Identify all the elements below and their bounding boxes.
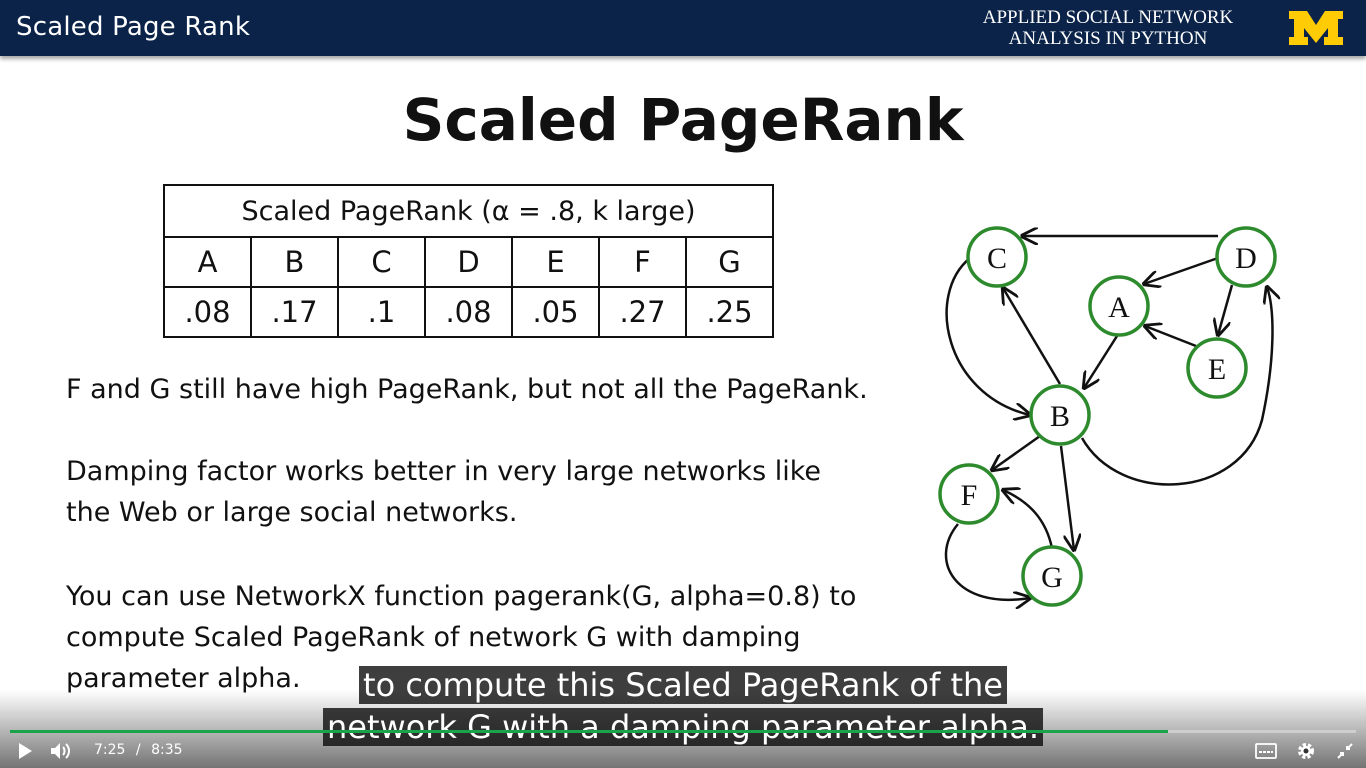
table-caption: Scaled PageRank (α = .8, k large) bbox=[163, 184, 774, 238]
edge-d-a bbox=[1144, 256, 1219, 284]
table-value-cell: .05 bbox=[511, 286, 600, 338]
progress-fill bbox=[10, 730, 1168, 733]
paragraph-line: the Web or large social networks. bbox=[66, 497, 518, 528]
node-label-b: B bbox=[1050, 400, 1070, 433]
subtitle-text: to compute this Scaled PageRank of the bbox=[359, 666, 1007, 704]
edge-f-g bbox=[944, 523, 1030, 600]
edge-b-f bbox=[992, 434, 1041, 470]
subtitle-line: to compute this Scaled PageRank of the bbox=[0, 664, 1366, 706]
edge-d-e bbox=[1218, 284, 1234, 335]
edge-b-g bbox=[1059, 445, 1074, 550]
edge-b-c bbox=[1003, 288, 1062, 385]
course-title: APPLIED SOCIAL NETWORK ANALYSIS IN PYTHO… bbox=[958, 7, 1258, 49]
edge-a-b bbox=[1084, 335, 1119, 388]
paragraph-damping: Damping factor works better in very larg… bbox=[66, 451, 821, 533]
graph-labels: C D A E B F G bbox=[961, 242, 1257, 594]
progress-bar[interactable] bbox=[10, 730, 1356, 733]
subtitle-line: network G with a damping parameter alpha… bbox=[0, 706, 1366, 748]
table-header-cell: C bbox=[337, 236, 426, 288]
time-display: 7:25 / 8:35 bbox=[94, 742, 183, 758]
table-header-cell: D bbox=[424, 236, 513, 288]
node-label-e: E bbox=[1208, 353, 1226, 386]
edge-e-a bbox=[1145, 326, 1197, 348]
volume-icon[interactable] bbox=[49, 741, 73, 761]
course-title-line1: APPLIED SOCIAL NETWORK bbox=[982, 7, 1234, 28]
table-value-cell: .27 bbox=[598, 286, 687, 338]
node-label-g: G bbox=[1041, 561, 1063, 594]
table-header-cell: E bbox=[511, 236, 600, 288]
captions-icon[interactable] bbox=[1255, 742, 1277, 760]
table-header-cell: B bbox=[250, 236, 339, 288]
current-time: 7:25 bbox=[94, 742, 126, 758]
graph-nodes bbox=[938, 226, 1277, 607]
table-value-cell: .08 bbox=[424, 286, 513, 338]
table-value-cell: .08 bbox=[163, 286, 252, 338]
university-logo bbox=[1289, 11, 1343, 45]
node-label-d: D bbox=[1235, 242, 1257, 275]
table-header-cell: A bbox=[163, 236, 252, 288]
table-value-row: .08 .17 .1 .08 .05 .27 .25 bbox=[163, 286, 774, 338]
edge-g-f bbox=[1003, 490, 1054, 549]
node-label-a: A bbox=[1108, 291, 1130, 324]
video-title: Scaled Page Rank bbox=[16, 12, 251, 42]
duration: 8:35 bbox=[151, 742, 183, 758]
table-value-cell: .1 bbox=[337, 286, 426, 338]
pagerank-table: Scaled PageRank (α = .8, k large) A B C … bbox=[163, 184, 774, 338]
table-header-row: A B C D E F G bbox=[163, 236, 774, 288]
paragraph-line: You can use NetworkX function pagerank(G… bbox=[66, 581, 857, 612]
node-label-f: F bbox=[961, 479, 978, 512]
slide-title: Scaled PageRank bbox=[402, 86, 964, 154]
subtitle-text: network G with a damping parameter alpha… bbox=[323, 708, 1043, 746]
table-header-cell: G bbox=[685, 236, 774, 288]
settings-icon[interactable] bbox=[1296, 741, 1316, 761]
paragraph-line: Damping factor works better in very larg… bbox=[66, 456, 822, 487]
table-value-cell: .17 bbox=[250, 286, 339, 338]
paragraph-line: compute Scaled PageRank of network G wit… bbox=[66, 622, 801, 653]
paragraph-pagerank-note: F and G still have high PageRank, but no… bbox=[66, 374, 868, 405]
exit-fullscreen-icon[interactable] bbox=[1336, 742, 1354, 760]
play-icon[interactable] bbox=[16, 742, 34, 760]
time-separator: / bbox=[135, 742, 141, 758]
table-header-cell: F bbox=[598, 236, 687, 288]
network-graph: C D A E B F G bbox=[938, 226, 1290, 615]
subtitles: to compute this Scaled PageRank of the n… bbox=[0, 664, 1366, 748]
table-value-cell: .25 bbox=[685, 286, 774, 338]
node-label-c: C bbox=[987, 242, 1007, 275]
header-bar: Scaled Page Rank APPLIED SOCIAL NETWORK … bbox=[0, 0, 1366, 56]
course-title-line2: ANALYSIS IN PYTHON bbox=[1008, 28, 1208, 49]
